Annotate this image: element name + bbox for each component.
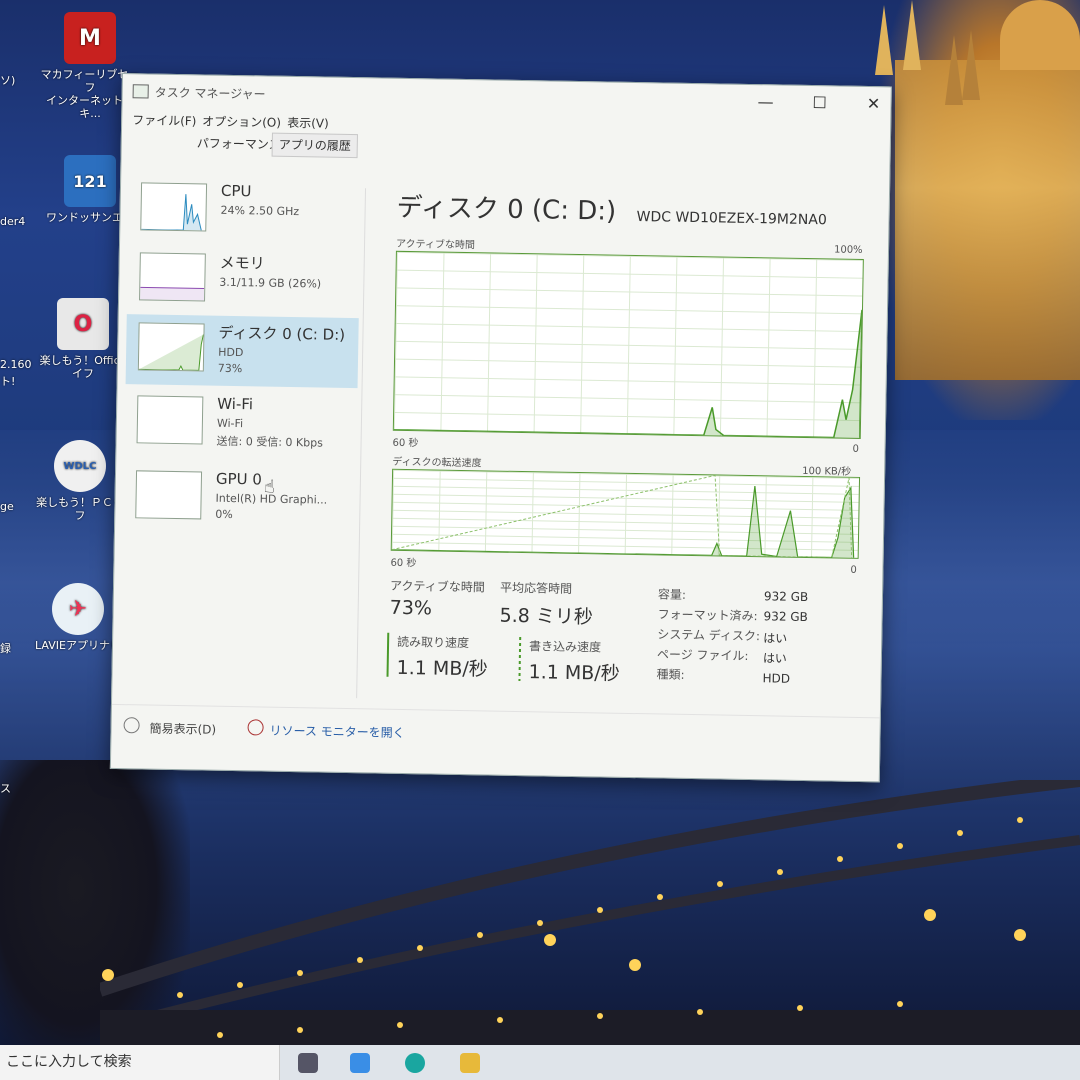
avg-response-value: 5.8 ミリ秒 xyxy=(499,604,594,629)
menu-options[interactable]: オプション(O) xyxy=(202,112,281,130)
sidebar-item-detail: 24% 2.50 GHz xyxy=(220,203,300,219)
menu-file[interactable]: ファイル(F) xyxy=(132,111,197,129)
sidebar-item-detail: HDD xyxy=(218,345,244,360)
menu-view[interactable]: 表示(V) xyxy=(287,114,329,132)
window-footer: 簡易表示(D) リソース モニターを開く xyxy=(111,703,880,759)
sidebar-item-detail: 73% xyxy=(217,361,243,376)
wallpaper-chain-bridge xyxy=(100,780,1080,1080)
transfer-rate-graph xyxy=(390,468,861,559)
property-type-label: 種類: xyxy=(656,667,685,682)
property-capacity-value: 932 GB xyxy=(763,589,809,605)
sidebar-item-detail: Wi-Fi xyxy=(216,416,244,431)
graph-time-axis-left: 60 秒 xyxy=(392,437,419,450)
detail-title: ディスク 0 (C: D:) xyxy=(396,192,617,227)
avg-response-label: 平均応答時間 xyxy=(499,580,573,596)
property-page-file-value: はい xyxy=(762,651,788,666)
wallpaper-spire xyxy=(945,35,963,105)
gpu-mini-graph xyxy=(135,470,203,520)
sidebar-item-name: GPU 0 xyxy=(215,469,263,489)
sidebar-item-detail: 送信: 0 受信: 0 Kbps xyxy=(216,434,323,450)
active-time-graph xyxy=(392,250,864,439)
open-resource-monitor-link[interactable]: リソース モニターを開く xyxy=(269,722,404,741)
read-speed-value: 1.1 MB/秒 xyxy=(396,656,488,681)
property-page-file-label: ページ ファイル: xyxy=(656,647,749,664)
desktop-edge-label: 2.160 xyxy=(0,358,32,371)
pc-guide-icon: WDLC xyxy=(54,440,106,492)
write-speed-value: 1.1 MB/秒 xyxy=(528,661,620,685)
property-formatted-label: フォーマット済み: xyxy=(657,607,758,624)
sidebar-item-memory[interactable]: メモリ 3.1/11.9 GB (26%) xyxy=(127,244,360,318)
resource-sidebar: CPU 24% 2.50 GHz メモリ 3.1/11.9 GB (26%) デ… xyxy=(120,174,361,698)
sidebar-item-detail: 3.1/11.9 GB (26%) xyxy=(219,275,322,291)
active-time-value: 73% xyxy=(389,596,433,620)
sidebar-item-gpu-0[interactable]: GPU 0 Intel(R) HD Graphi... 0% xyxy=(123,462,356,536)
file-explorer-icon[interactable] xyxy=(460,1053,480,1073)
window-title: タスク マネージャー xyxy=(154,85,266,102)
sidebar-item-detail: 0% xyxy=(215,507,233,521)
hand-cursor-icon: ☝ xyxy=(263,476,275,498)
task-manager-app-icon xyxy=(132,84,149,99)
wallpaper-spire xyxy=(962,30,980,100)
property-formatted-value: 932 GB xyxy=(763,609,808,625)
active-time-label: アクティブな時間 xyxy=(389,578,485,595)
read-speed-label: 読み取り速度 xyxy=(396,634,470,651)
mcafee-shield-icon: M xyxy=(64,12,116,64)
memory-mini-graph xyxy=(139,252,206,302)
graph-time-axis-left: 60 秒 xyxy=(390,557,417,570)
sidebar-item-name: ディスク 0 (C: D:) xyxy=(218,323,346,344)
graph-time-axis-right: 0 xyxy=(852,443,860,455)
graph-transfer-label: ディスクの転送速度 xyxy=(392,456,482,470)
sidebar-item-name: Wi-Fi xyxy=(217,394,254,414)
sidebar-item-disk-0[interactable]: ディスク 0 (C: D:) HDD 73% xyxy=(125,314,359,389)
wallpaper-spire xyxy=(875,5,893,75)
disk-detail-pane: ディスク 0 (C: D:) WDC WD10EZEX-19M2NA0 アクティ… xyxy=(370,179,879,708)
edge-browser-icon[interactable] xyxy=(405,1053,425,1073)
desktop-edge-label: ス xyxy=(0,782,11,795)
property-system-disk-label: システム ディスク: xyxy=(657,627,761,644)
tab-app-history[interactable]: アプリの履歴 xyxy=(271,132,358,159)
lavie-app-navi-icon: ✈ xyxy=(52,583,104,635)
disk-mini-graph xyxy=(137,322,205,372)
write-speed-indicator xyxy=(518,637,522,682)
maximize-button[interactable]: ☐ xyxy=(796,88,843,119)
sidebar-item-name: CPU xyxy=(220,181,252,201)
task-view-icon[interactable] xyxy=(298,1053,318,1073)
chevron-up-icon xyxy=(123,717,140,734)
disk-model: WDC WD10EZEX-19M2NA0 xyxy=(636,209,827,229)
graph-active-time-label: アクティブな時間 xyxy=(395,238,476,252)
sidebar-item-wifi[interactable]: Wi-Fi Wi-Fi 送信: 0 受信: 0 Kbps xyxy=(124,387,357,461)
desktop-edge-label: ト! xyxy=(0,375,16,388)
wallpaper-spire xyxy=(903,0,921,70)
close-button[interactable]: ✕ xyxy=(850,89,897,120)
wallpaper-parliament-building xyxy=(895,60,1080,380)
office-guide-icon: O xyxy=(57,298,109,350)
app-icon: 121 xyxy=(64,155,116,207)
resource-monitor-icon xyxy=(247,719,264,736)
property-capacity-label: 容量: xyxy=(657,587,687,602)
read-speed-indicator xyxy=(386,632,390,677)
desktop-edge-label: ソ) xyxy=(0,74,16,87)
wifi-mini-graph xyxy=(136,395,204,445)
wallpaper-dome xyxy=(1000,0,1080,70)
taskbar-app-icon[interactable] xyxy=(350,1053,370,1073)
desktop-edge-label: 録 xyxy=(0,642,11,655)
graph-time-axis-right: 0 xyxy=(850,564,857,576)
desktop-edge-label: der4 xyxy=(0,215,26,228)
cpu-mini-graph xyxy=(140,182,208,232)
property-type-value: HDD xyxy=(762,671,791,686)
taskbar: ここに入力して検索 xyxy=(0,1045,1080,1080)
fewer-details-link[interactable]: 簡易表示(D) xyxy=(149,720,216,738)
taskbar-search-box[interactable]: ここに入力して検索 xyxy=(0,1045,280,1080)
minimize-button[interactable]: — xyxy=(742,87,789,118)
graph-active-time-max: 100% xyxy=(833,244,863,256)
task-manager-window: タスク マネージャー — ☐ ✕ ファイル(F) オプション(O) 表示(V) … xyxy=(109,73,892,783)
sidebar-item-cpu[interactable]: CPU 24% 2.50 GHz xyxy=(128,174,361,248)
desktop-edge-label: ge xyxy=(0,500,14,513)
write-speed-label: 書き込み速度 xyxy=(528,639,602,655)
property-system-disk-value: はい xyxy=(763,631,788,646)
sidebar-item-name: メモリ xyxy=(219,253,265,273)
